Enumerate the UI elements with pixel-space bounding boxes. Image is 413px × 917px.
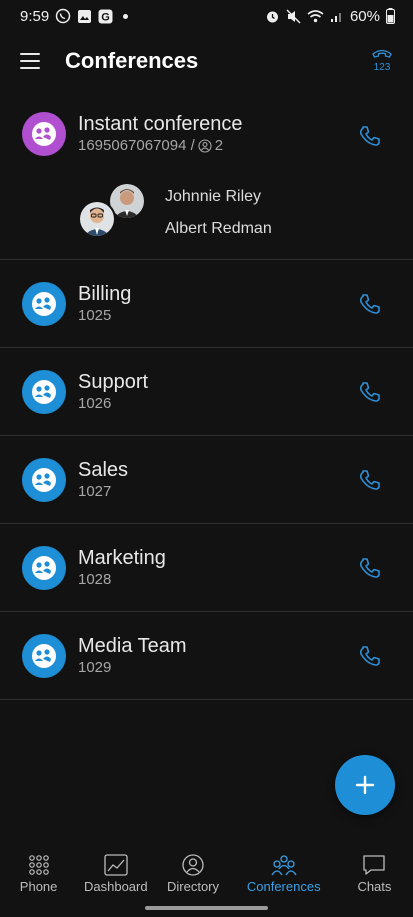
- nav-label: Chats: [357, 879, 392, 894]
- dialpad-phone-button[interactable]: 123: [369, 46, 395, 77]
- plus-icon: [355, 775, 375, 795]
- group-icon: [271, 855, 297, 876]
- conference-row-media-team[interactable]: Media Team 1029: [0, 612, 413, 700]
- battery-percent: 60%: [349, 7, 380, 25]
- contact-icon: [182, 854, 204, 876]
- conference-row-sales[interactable]: Sales 1027: [0, 436, 413, 524]
- conference-number: 1025: [78, 306, 112, 324]
- call-button[interactable]: [355, 377, 385, 407]
- conference-avatar: [22, 281, 66, 326]
- group-chat-icon: [32, 291, 56, 316]
- phone-handset-icon: [372, 49, 392, 58]
- nav-phone[interactable]: Phone: [0, 846, 77, 904]
- phone-icon: [359, 645, 380, 666]
- nav-label: Phone: [19, 879, 58, 894]
- conference-list: Instant conference 1695067067094 / 2 Joh…: [0, 92, 413, 700]
- notification-dot: [123, 13, 129, 19]
- conference-name: Support: [78, 370, 149, 393]
- dialpad-grid-icon: [28, 855, 49, 875]
- conference-name: Marketing: [78, 546, 166, 569]
- battery-icon: [386, 8, 395, 24]
- hamburger-menu-icon[interactable]: [20, 53, 40, 69]
- conference-number: 1027: [78, 482, 112, 500]
- call-button[interactable]: [355, 553, 385, 583]
- group-chat-icon: [32, 643, 56, 668]
- conference-avatar: [22, 112, 66, 156]
- phone-icon: [359, 293, 380, 314]
- signal-icon: [330, 9, 344, 23]
- participant-count: 2: [214, 137, 224, 154]
- chat-bubble-icon: [363, 855, 386, 875]
- nav-label: Dashboard: [84, 879, 148, 894]
- page-title: Conferences: [65, 48, 199, 73]
- chart-icon: [104, 854, 128, 876]
- conference-id: 1695067067094 /: [78, 137, 195, 154]
- conference-number: 1026: [78, 394, 112, 412]
- conference-number: 1695067067094 / 2: [78, 136, 243, 156]
- call-button[interactable]: [355, 289, 385, 319]
- conference-row-marketing[interactable]: Marketing 1028: [0, 524, 413, 612]
- conference-number: 1028: [78, 570, 112, 588]
- whatsapp-icon: [55, 8, 71, 24]
- home-indicator[interactable]: [145, 906, 268, 910]
- phone-icon: [359, 557, 380, 578]
- group-chat-icon: [32, 467, 56, 492]
- participant-list: Johnnie Riley Albert Redman: [78, 182, 378, 242]
- gallery-icon: [77, 9, 92, 24]
- group-chat-icon: [32, 379, 56, 404]
- conference-name: Billing: [78, 282, 132, 305]
- conference-row-instant[interactable]: Instant conference 1695067067094 / 2 Joh…: [0, 92, 413, 260]
- nav-directory[interactable]: Directory: [154, 846, 231, 904]
- bottom-navigation: Phone Dashboard Directory Conferences Ch…: [0, 846, 413, 904]
- nav-label: Conferences: [246, 879, 321, 894]
- conference-avatar: [22, 369, 66, 414]
- phone-icon: [359, 381, 380, 402]
- call-button[interactable]: [355, 121, 385, 151]
- phone-icon: [359, 126, 380, 146]
- nav-dashboard[interactable]: Dashboard: [77, 846, 154, 904]
- status-time: 9:59: [20, 7, 50, 25]
- mute-icon: [286, 9, 301, 24]
- status-bar: 9:59 G 60%: [0, 0, 413, 32]
- add-conference-button[interactable]: [335, 755, 395, 815]
- participant-name: Johnnie Riley: [165, 188, 262, 205]
- nav-conferences[interactable]: Conferences: [232, 846, 336, 904]
- conference-row-billing[interactable]: Billing 1025: [0, 260, 413, 348]
- conference-avatar: [22, 633, 66, 678]
- conference-name: Media Team: [78, 634, 187, 657]
- conference-avatar: [22, 545, 66, 590]
- app-bar: Conferences 123: [0, 32, 413, 90]
- avatar-albert-redman: [78, 200, 116, 238]
- conference-row-support[interactable]: Support 1026: [0, 348, 413, 436]
- conference-name: Instant conference: [78, 113, 243, 135]
- nav-chats[interactable]: Chats: [336, 846, 413, 904]
- conference-number: 1029: [78, 658, 112, 676]
- nav-label: Directory: [167, 879, 220, 894]
- conference-avatar: [22, 457, 66, 502]
- participant-icon: [198, 139, 212, 153]
- call-button[interactable]: [355, 641, 385, 671]
- call-button[interactable]: [355, 465, 385, 495]
- group-chat-icon: [32, 555, 56, 580]
- wifi-icon: [307, 9, 324, 23]
- group-chat-icon: [32, 122, 56, 146]
- conference-name: Sales: [78, 458, 129, 481]
- svg-text:G: G: [101, 11, 110, 23]
- g-app-icon: G: [98, 9, 113, 24]
- participant-name: Albert Redman: [165, 220, 272, 237]
- dialpad-label: 123: [374, 62, 391, 72]
- phone-icon: [359, 469, 380, 490]
- alarm-icon: [265, 9, 280, 24]
